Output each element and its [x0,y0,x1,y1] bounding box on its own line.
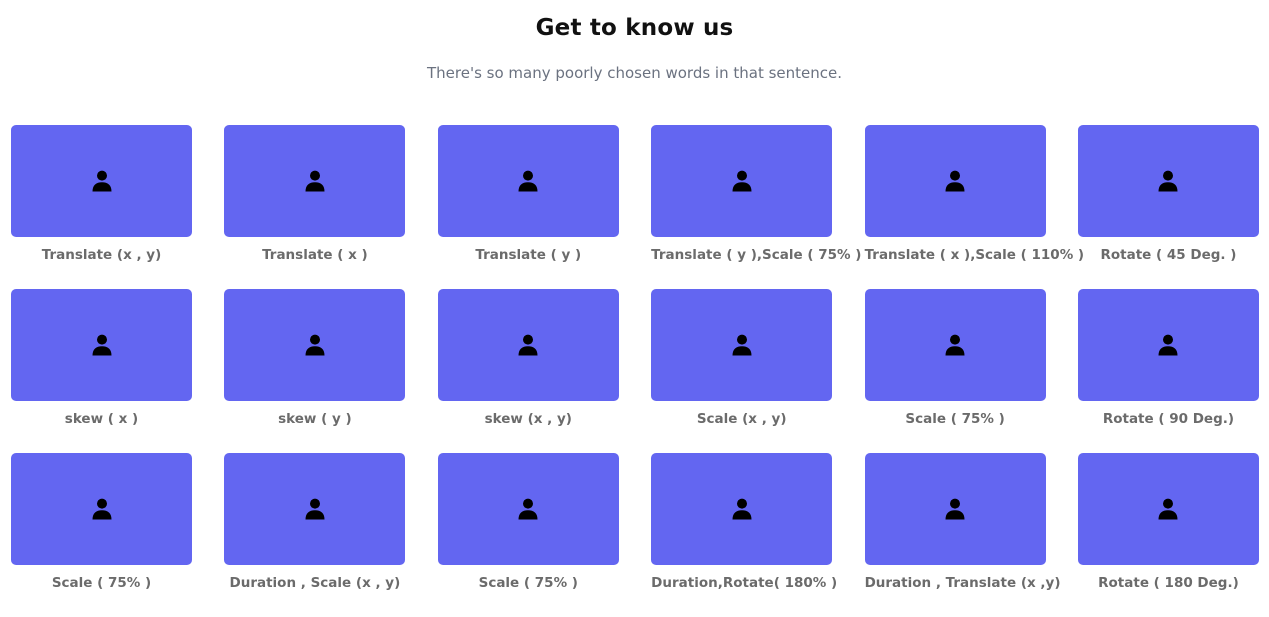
card-image[interactable] [864,125,1046,237]
user-icon [305,498,325,520]
page-title: Get to know us [535,15,734,41]
user-icon [732,498,752,520]
team-card[interactable]: Translate ( y ),Scale ( 75% ) [651,125,862,289]
team-card[interactable]: Scale ( 75% ) [11,453,192,617]
card-image[interactable] [224,125,406,237]
card-label: Translate (x , y) [41,247,162,263]
team-card[interactable]: Translate (x , y) [11,125,192,289]
card-image[interactable] [224,453,406,565]
team-card[interactable]: Scale ( 75% ) [864,289,1046,453]
team-card[interactable]: Rotate ( 180 Deg.) [1077,453,1259,617]
user-icon [305,334,325,356]
user-icon [1158,498,1178,520]
user-icon [518,498,538,520]
user-icon [92,170,112,192]
card-image[interactable] [651,125,833,237]
card-image[interactable] [224,289,406,401]
user-icon [518,170,538,192]
card-image[interactable] [1077,289,1259,401]
card-grid: Translate (x , y) Translate ( x ) Transl… [11,125,1259,617]
team-card[interactable]: Scale ( 75% ) [437,453,619,617]
card-image[interactable] [651,289,833,401]
team-card[interactable]: Translate ( y ) [437,125,619,289]
user-icon [518,334,538,356]
user-icon [732,170,752,192]
card-image[interactable] [1077,453,1259,565]
user-icon [92,334,112,356]
card-label: Scale ( 75% ) [51,575,152,591]
team-card[interactable]: Rotate ( 90 Deg.) [1077,289,1259,453]
team-card[interactable]: skew ( y ) [224,289,406,453]
user-icon [945,498,965,520]
card-label: Rotate ( 90 Deg.) [1102,411,1235,427]
card-label: Rotate ( 45 Deg. ) [1100,247,1237,263]
card-label: Translate ( x ),Scale ( 110% ) [864,247,1085,263]
user-icon [732,334,752,356]
user-icon [305,170,325,192]
team-card[interactable]: Translate ( x ) [224,125,406,289]
card-label: Scale (x , y) [696,411,787,427]
page-subtitle: There's so many poorly chosen words in t… [426,64,843,82]
card-label: Translate ( x ) [262,247,368,263]
card-image[interactable] [1077,125,1259,237]
card-image[interactable] [437,289,619,401]
card-label: Translate ( y ) [475,247,582,263]
team-card[interactable]: Duration , Translate (x ,y) [864,453,1061,617]
user-icon [945,334,965,356]
card-label: skew ( x ) [64,411,139,427]
team-card[interactable]: Duration,Rotate( 180% ) [651,453,838,617]
user-icon [92,498,112,520]
card-image[interactable] [864,453,1046,565]
card-label: skew ( y ) [278,411,352,427]
team-card[interactable]: Scale (x , y) [651,289,833,453]
team-card[interactable]: Translate ( x ),Scale ( 110% ) [864,125,1085,289]
user-icon [1158,334,1178,356]
team-card[interactable]: Rotate ( 45 Deg. ) [1077,125,1259,289]
team-card[interactable]: skew ( x ) [11,289,192,453]
user-icon [945,170,965,192]
card-image[interactable] [864,289,1046,401]
card-label: Scale ( 75% ) [478,575,578,591]
team-card[interactable]: skew (x , y) [437,289,619,453]
card-label: Duration,Rotate( 180% ) [651,575,838,591]
card-label: Scale ( 75% ) [905,411,1005,427]
card-image[interactable] [437,125,619,237]
card-image[interactable] [11,125,192,237]
card-label: Rotate ( 180 Deg.) [1098,575,1239,591]
card-label: skew (x , y) [484,411,572,427]
user-icon [1158,170,1178,192]
card-label: Duration , Translate (x ,y) [864,575,1061,591]
card-label: Translate ( y ),Scale ( 75% ) [651,247,862,263]
card-image[interactable] [437,453,619,565]
team-card[interactable]: Duration , Scale (x , y) [224,453,406,617]
card-image[interactable] [11,453,192,565]
card-image[interactable] [651,453,833,565]
card-label: Duration , Scale (x , y) [229,575,401,591]
card-image[interactable] [11,289,192,401]
